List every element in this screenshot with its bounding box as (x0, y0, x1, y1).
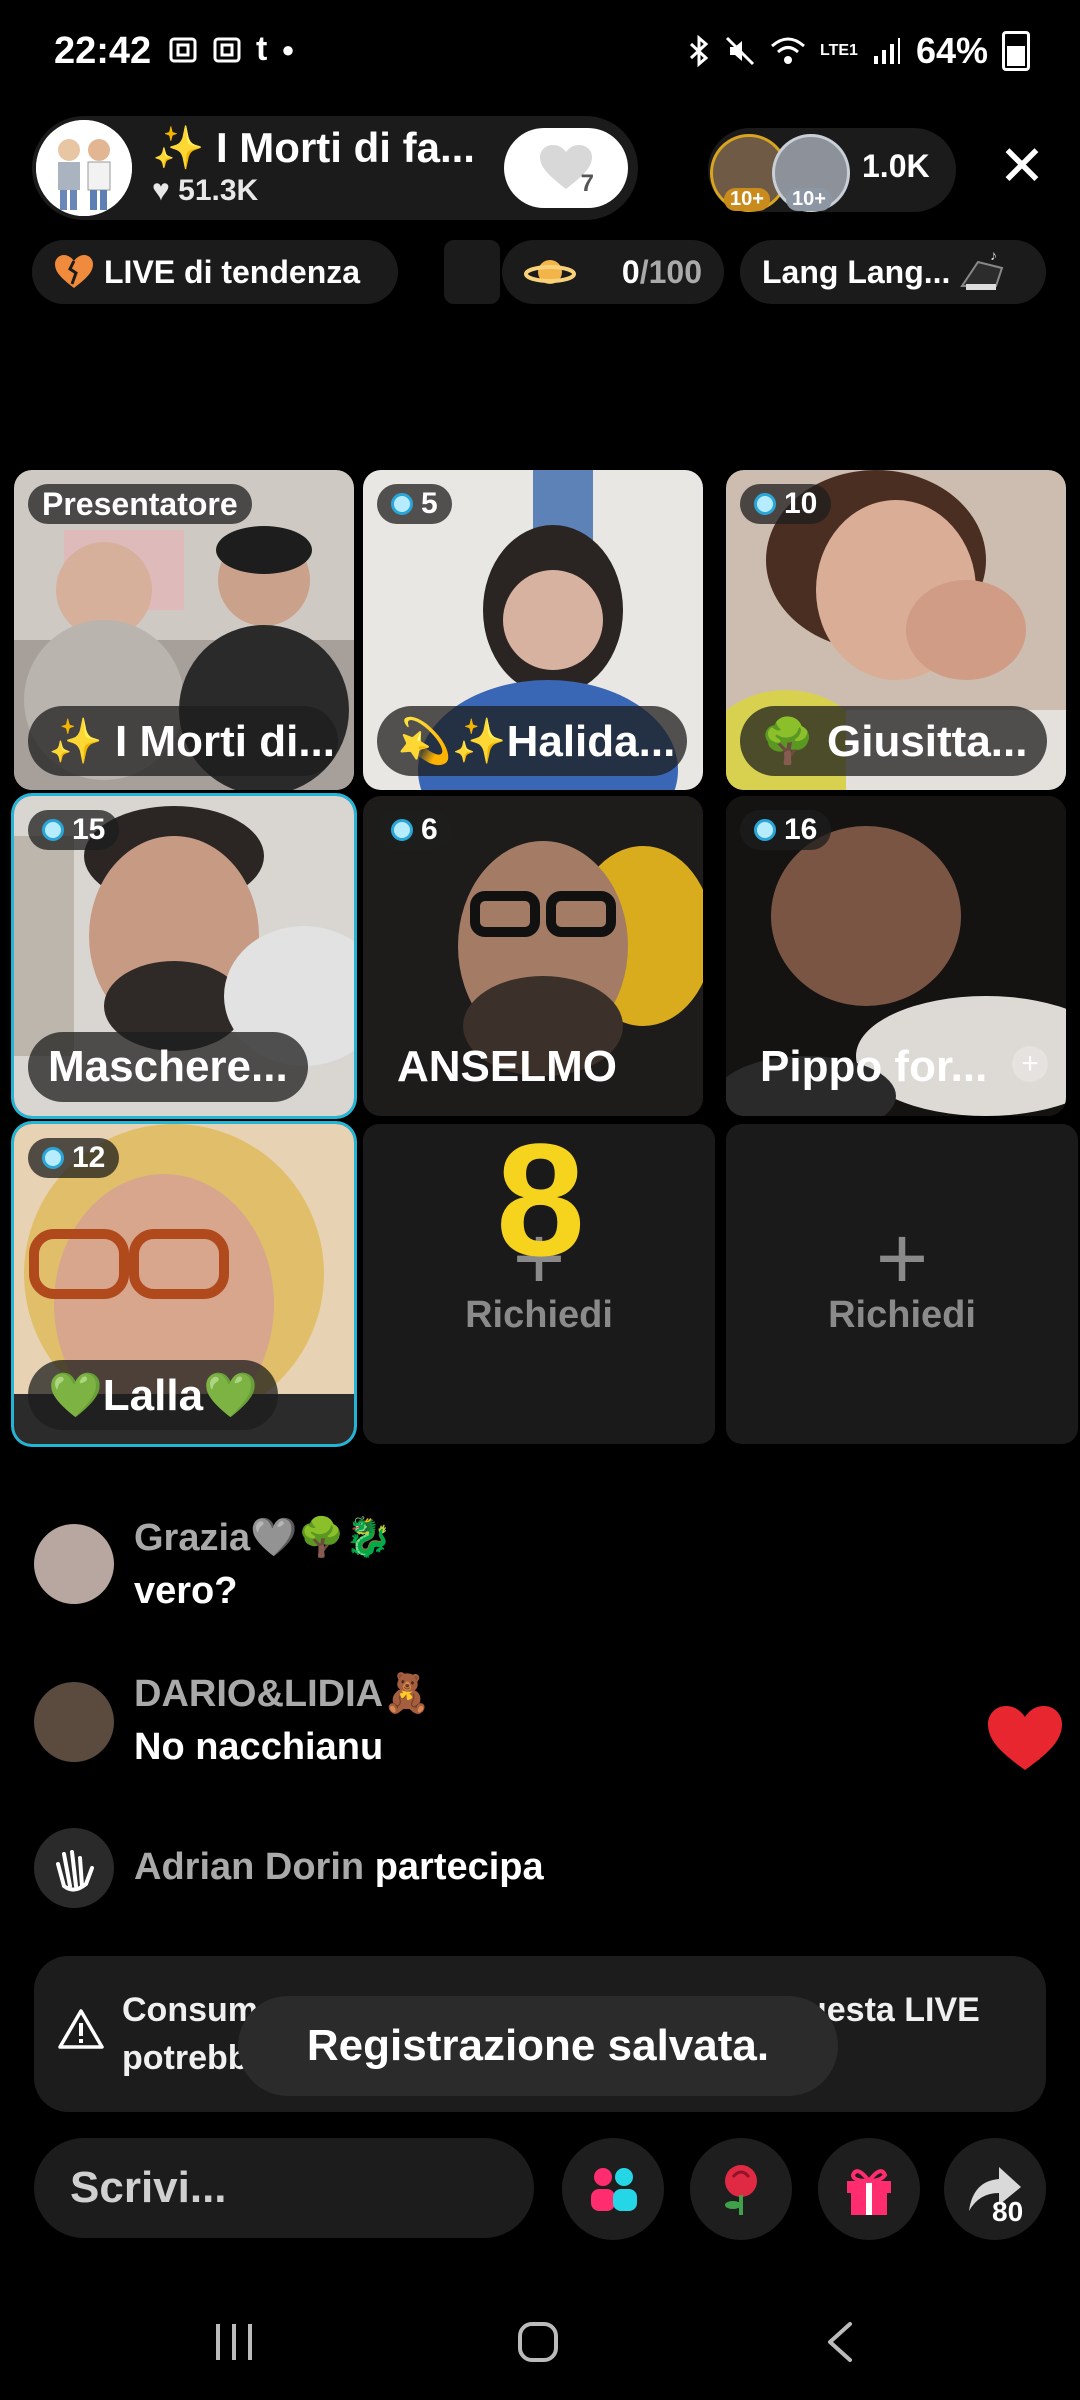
guest-tile[interactable]: 6 ANSELMO (363, 796, 703, 1116)
chat-username[interactable]: Adrian Dorin (134, 1846, 364, 1888)
rank-icon (42, 819, 64, 841)
guest-rank: 16 (740, 810, 832, 850)
guest-rank: 15 (28, 810, 120, 850)
overlay-number: 8 (496, 1110, 585, 1289)
guest-rank: 10 (740, 484, 832, 524)
gift-icon (847, 2169, 891, 2215)
music-label: Lang Lang... (762, 253, 951, 290)
heart-icon: ♥ (152, 174, 170, 207)
screenshot-icon (169, 37, 197, 62)
gift-button[interactable] (818, 2138, 920, 2240)
home-icon[interactable] (516, 2320, 560, 2364)
people-icon (591, 2168, 637, 2211)
system-nav-bar (0, 2276, 1080, 2400)
battery-icon (1002, 31, 1030, 71)
chat-avatar[interactable] (34, 1524, 114, 1604)
piano-icon: ♪ (960, 247, 1004, 290)
trending-label: LIVE di tendenza (104, 253, 361, 290)
viewer-rank-badge: 10+ (786, 188, 832, 211)
request-slot[interactable]: + Richiedi (726, 1124, 1078, 1444)
guest-tile[interactable]: 16 Pippo for... + (726, 796, 1066, 1116)
signal-icon (873, 38, 900, 64)
back-icon[interactable] (820, 2320, 860, 2364)
guest-name: ✨ I Morti di... (28, 706, 338, 776)
chat-username[interactable]: Grazia🩶🌳🐉 (134, 1516, 392, 1560)
follow-count: 7 (580, 170, 594, 197)
request-label: Richiedi (828, 1294, 976, 1336)
music-chip[interactable]: Lang Lang... ♪ (740, 240, 1046, 304)
join-notice: Adrian Dorin partecipa (134, 1846, 544, 1889)
rank-icon (391, 493, 413, 515)
request-label: Richiedi (465, 1294, 613, 1336)
tumblr-icon: t (256, 30, 268, 68)
host-likes: ♥ 51.3K (152, 174, 258, 208)
add-guest-icon[interactable]: + (1012, 1046, 1048, 1082)
close-icon[interactable]: ✕ (996, 138, 1048, 194)
chat-avatar[interactable] (34, 1682, 114, 1762)
notification-icons: t ● (168, 30, 295, 69)
planet-icon (524, 260, 576, 284)
rose-icon (725, 2165, 757, 2215)
guest-rank: 6 (377, 810, 452, 850)
dot-icon: ● (281, 36, 295, 62)
svg-text:♪: ♪ (990, 247, 997, 263)
heart-icon (988, 1706, 1062, 1770)
viewer-rank-badge: 10+ (724, 188, 770, 211)
status-bar: 22:42 t ● LTE1 64% (0, 0, 1080, 100)
rank-icon (754, 819, 776, 841)
guest-tile[interactable]: 12 💚Lalla💚 (14, 1124, 354, 1444)
battery-percent: 64% (915, 30, 988, 71)
host-name[interactable]: ✨ I Morti di fa... (152, 124, 475, 173)
guests-button[interactable] (562, 2138, 664, 2240)
share-count: 80 (992, 2196, 1024, 2227)
broken-heart-icon (55, 255, 93, 288)
viewer-count[interactable]: 1.0K (862, 148, 930, 185)
guest-rank: 5 (377, 484, 452, 524)
wifi-icon (771, 37, 805, 64)
chat-message: vero? (134, 1570, 238, 1612)
host-avatar[interactable] (36, 120, 132, 216)
network-type: LTE1 (820, 42, 858, 59)
recent-apps-icon[interactable] (212, 2322, 256, 2362)
guest-tile[interactable]: 10 🌳 Giusitta... (726, 470, 1066, 790)
rank-icon (754, 493, 776, 515)
host-tag: Presentatore (28, 484, 252, 524)
trending-chip[interactable]: LIVE di tendenza (32, 240, 398, 304)
toast: Registrazione salvata. (238, 1996, 838, 2096)
clock: 22:42 (54, 30, 152, 72)
mute-icon (725, 36, 755, 66)
goal-chip[interactable]: 0/100 (502, 240, 724, 304)
chat-message: partecipa (374, 1846, 544, 1888)
chat-message: No nacchianu (134, 1726, 384, 1768)
guest-name: ANSELMO (397, 1042, 617, 1091)
host-likes-value: 51.3K (178, 174, 259, 207)
warning-icon (58, 2009, 104, 2049)
screen-record-icon (213, 37, 241, 62)
guest-name: 💫✨Halida... (377, 706, 687, 776)
follow-button[interactable]: 7 (504, 128, 628, 208)
guest-name: Pippo for... (760, 1042, 988, 1091)
chat-username[interactable]: DARIO&LIDIA🧸 (134, 1672, 430, 1716)
wave-icon (34, 1828, 114, 1908)
guest-name: 💚Lalla💚 (28, 1360, 278, 1430)
comment-input[interactable]: Scrivi... (34, 2138, 534, 2238)
bluetooth-icon (689, 35, 709, 67)
rose-gift-button[interactable] (690, 2138, 792, 2240)
system-icons: LTE1 64% (688, 30, 1030, 72)
plus-icon: + (875, 1209, 929, 1309)
rank-icon (42, 1147, 64, 1169)
guest-name: Maschere... (28, 1032, 308, 1102)
chip-separator (444, 240, 500, 304)
guest-tile[interactable]: 15 Maschere... (14, 796, 354, 1116)
rank-icon (391, 819, 413, 841)
guest-name: 🌳 Giusitta... (740, 706, 1048, 776)
goal-progress: 0/100 (621, 253, 702, 290)
guest-rank: 12 (28, 1138, 120, 1178)
guest-tile[interactable]: 5 💫✨Halida... (363, 470, 703, 790)
guest-tile-host[interactable]: Presentatore ✨ I Morti di... (14, 470, 354, 790)
